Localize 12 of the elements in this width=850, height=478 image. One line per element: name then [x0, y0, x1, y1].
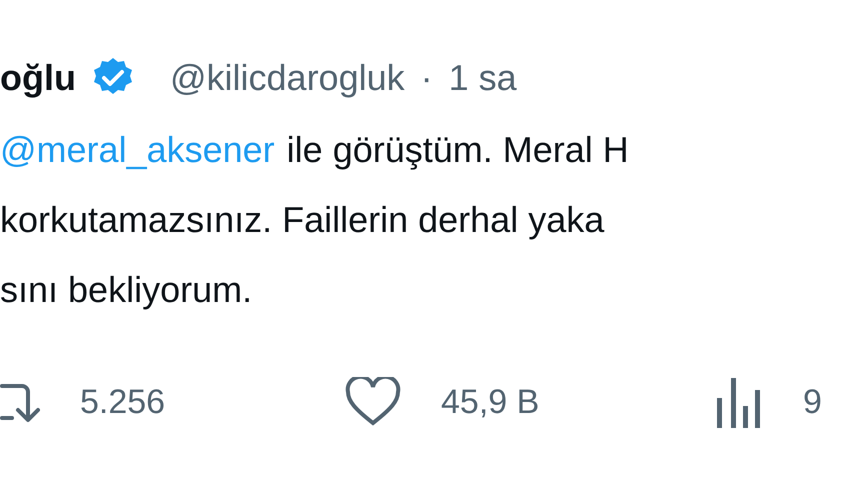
tweet-text: ile görüştüm. Meral H: [286, 128, 629, 172]
action-count: 5.256: [80, 382, 166, 422]
author-name[interactable]: oğlu: [0, 51, 76, 105]
post-time[interactable]: 1 sa: [448, 51, 517, 105]
user-handle[interactable]: @kilicdarogluk: [170, 51, 405, 105]
action-count: 9: [803, 382, 822, 422]
heart-icon[interactable]: [345, 377, 401, 427]
bar-chart-icon[interactable]: [715, 376, 763, 428]
action-count: 45,9 B: [441, 382, 540, 422]
separator-dot: ·: [420, 56, 433, 100]
tweet-text: korkutamazsınız. Faillerin derhal yaka: [0, 198, 604, 242]
tweet-text: sını bekliyorum.: [0, 268, 252, 312]
